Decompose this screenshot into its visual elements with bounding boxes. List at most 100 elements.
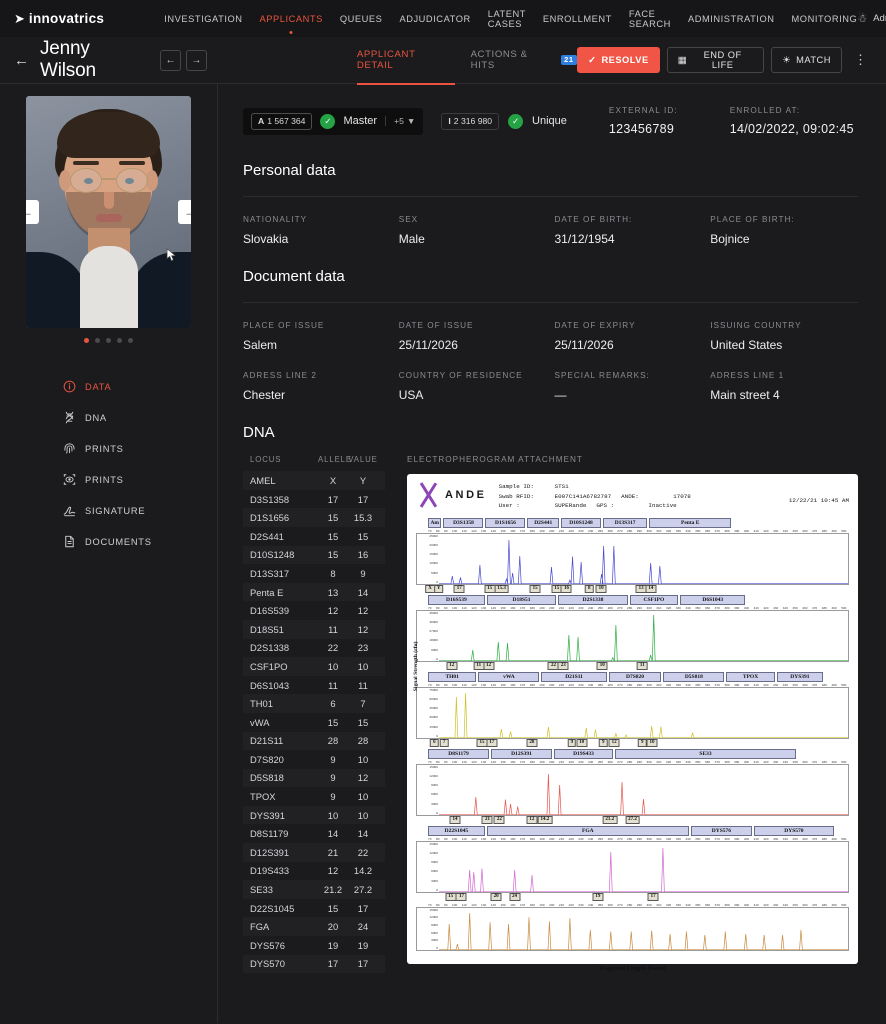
table-row[interactable]: D21S112828 <box>243 732 385 751</box>
locus-box-D5S818: D5S818 <box>663 672 724 682</box>
field-label: ADRESS LINE 2 <box>243 370 391 381</box>
back-button[interactable]: ← <box>14 52 29 69</box>
sidebar-item-documents-5[interactable]: DOCUMENTS <box>62 526 217 557</box>
table-row[interactable]: D5S818912 <box>243 769 385 788</box>
table-row[interactable]: D7S820910 <box>243 750 385 769</box>
nav-item-latent-cases[interactable]: LATENT CASES <box>488 6 526 32</box>
header-actions: ✓ RESOLVE ▦ END OF LIFE ☀ MATCH ⋮ <box>577 47 872 73</box>
sidebar-item-signature-4[interactable]: SIGNATURE <box>62 495 217 526</box>
tab-badge-count: 21 <box>561 55 578 66</box>
electropherogram-card[interactable]: ANDE Sample ID:STS1Swab RFID:E007C141A67… <box>407 474 858 964</box>
field-special-remarks: SPECIAL REMARKS:— <box>555 370 703 402</box>
table-row[interactable]: FGA2024 <box>243 917 385 936</box>
sidebar-item-label: SIGNATURE <box>85 506 145 516</box>
y-tick: 25000 <box>429 534 438 538</box>
cell-allele: 17 <box>318 958 348 969</box>
y-tick: 15000 <box>429 908 438 912</box>
brand-logo[interactable]: ➤ innovatrics <box>14 11 104 27</box>
photo-prev-button[interactable]: ← <box>26 200 39 224</box>
carousel-dot-3[interactable] <box>106 338 111 343</box>
more-options-icon[interactable]: ⋮ <box>849 52 872 68</box>
table-row[interactable]: DYS5761919 <box>243 936 385 955</box>
nav-item-administration[interactable]: ADMINISTRATION <box>688 11 775 27</box>
match-button[interactable]: ☀ MATCH <box>771 47 842 73</box>
sidebar-item-data-0[interactable]: DATA <box>62 371 217 402</box>
allele-call: 17 <box>454 585 465 593</box>
table-row[interactable]: D2S13382223 <box>243 639 385 658</box>
table-row[interactable]: D13S31789 <box>243 564 385 583</box>
primary-score-badge[interactable]: A 1 567 364 <box>251 113 312 130</box>
sidebar-item-prints-2[interactable]: PRINTS <box>62 433 217 464</box>
trace-plot: 15000120009000600030000 <box>416 764 849 816</box>
table-row[interactable]: D19S4331214.2 <box>243 862 385 881</box>
table-row[interactable]: TH0167 <box>243 694 385 713</box>
y-tick: 15000 <box>429 552 438 556</box>
user-menu[interactable]: ☃ Administrator ▼ <box>857 12 886 25</box>
allele-call: 23 <box>558 662 569 670</box>
table-row[interactable]: D10S12481516 <box>243 546 385 565</box>
cell-allele: 8 <box>318 568 348 579</box>
y-tick: 0 <box>436 580 438 584</box>
nav-item-enrollment[interactable]: ENROLLMENT <box>543 11 612 27</box>
table-row[interactable]: D2S4411515 <box>243 527 385 546</box>
nav-item-face-search[interactable]: FACE SEARCH <box>629 6 671 32</box>
table-row[interactable]: DYS3911010 <box>243 806 385 825</box>
table-row[interactable]: AMELXY <box>243 471 385 490</box>
field-nationality: NATIONALITYSlovakia <box>243 214 391 246</box>
locus-box-TH01: TH01 <box>428 672 476 682</box>
table-row[interactable]: CSF1PO1010 <box>243 657 385 676</box>
table-row[interactable]: D12S3912122 <box>243 843 385 862</box>
table-row[interactable]: D1S16561515.3 <box>243 508 385 527</box>
end-of-life-button[interactable]: ▦ END OF LIFE <box>667 47 765 73</box>
signal-trace <box>439 611 848 661</box>
secondary-score-badge[interactable]: I 2 316 980 <box>441 113 499 130</box>
y-tick: 0 <box>436 657 438 661</box>
sidebar-item-dna-1[interactable]: DNA <box>62 402 217 433</box>
carousel-dot-2[interactable] <box>95 338 100 343</box>
cell-allele: 12 <box>318 605 348 616</box>
nav-item-applicants[interactable]: APPLICANTS <box>260 11 323 27</box>
table-row[interactable]: D18S511112 <box>243 620 385 639</box>
field-value: 31/12/1954 <box>555 232 703 246</box>
cell-allele: 10 <box>318 661 348 672</box>
y-tick: 12000 <box>429 851 438 855</box>
table-row[interactable]: Penta E1314 <box>243 583 385 602</box>
locus-box-D10S1248: D10S1248 <box>561 518 601 528</box>
cell-value: 19 <box>348 940 378 951</box>
table-row[interactable]: D22S10451517 <box>243 899 385 918</box>
nav-item-investigation[interactable]: INVESTIGATION <box>164 11 242 27</box>
photo-next-button[interactable]: → <box>178 200 191 224</box>
resolve-button[interactable]: ✓ RESOLVE <box>577 47 660 73</box>
table-row[interactable]: TPOX910 <box>243 787 385 806</box>
table-row[interactable]: DYS5701717 <box>243 955 385 974</box>
table-row[interactable]: SE3321.227.2 <box>243 880 385 899</box>
locus-box-D22S1045: D22S1045 <box>428 826 485 836</box>
carousel-dot-5[interactable] <box>128 338 133 343</box>
more-records-dropdown[interactable]: +5 ▼ <box>385 116 415 126</box>
cell-value: 10 <box>348 810 378 821</box>
cell-allele: 11 <box>318 624 348 635</box>
carousel-dot-4[interactable] <box>117 338 122 343</box>
meta-key-secondary: GPS : <box>596 501 648 511</box>
tab-actions-hits[interactable]: ACTIONS & HITS21 <box>471 35 578 85</box>
y-tick: 45000 <box>429 706 438 710</box>
page-body: ← → DATADNAPRINTSPRINTSSIGNATUREDOCUMENT… <box>0 84 886 1023</box>
next-applicant-button[interactable]: → <box>186 50 207 71</box>
cell-locus: vWA <box>250 717 318 728</box>
cell-locus: SE33 <box>250 884 318 895</box>
table-row[interactable]: vWA1515 <box>243 713 385 732</box>
y-axis: 15000120009000600030000 <box>417 842 439 892</box>
nav-item-monitoring[interactable]: MONITORING <box>792 11 858 27</box>
sidebar-item-prints-3[interactable]: PRINTS <box>62 464 217 495</box>
nav-item-queues[interactable]: QUEUES <box>340 11 383 27</box>
carousel-dot-1[interactable] <box>84 338 89 343</box>
tab-applicant-detail[interactable]: APPLICANT DETAIL <box>357 35 455 85</box>
table-row[interactable]: D6S10431111 <box>243 676 385 695</box>
nav-item-adjudicator[interactable]: ADJUDICATOR <box>399 11 470 27</box>
info-icon <box>62 380 76 393</box>
applicant-photo[interactable]: ← → <box>26 96 191 328</box>
previous-applicant-button[interactable]: ← <box>160 50 181 71</box>
table-row[interactable]: D8S11791414 <box>243 824 385 843</box>
table-row[interactable]: D3S13581717 <box>243 490 385 509</box>
table-row[interactable]: D16S5391212 <box>243 601 385 620</box>
